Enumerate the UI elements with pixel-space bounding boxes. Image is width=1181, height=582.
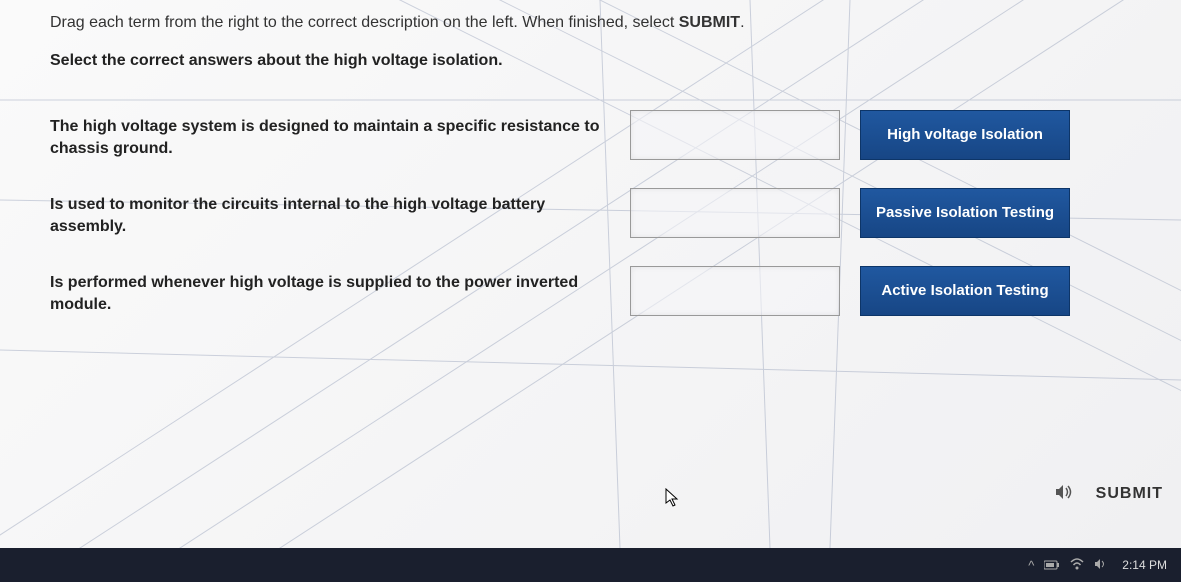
instructions-text: Drag each term from the right to the cor… <box>0 0 1181 38</box>
match-row: The high voltage system is designed to m… <box>50 110 1161 160</box>
instructions-before: Drag each term from the right to the cor… <box>50 14 679 31</box>
windows-taskbar[interactable]: ^ 2:14 PM <box>0 548 1181 582</box>
submit-button[interactable]: SUBMIT <box>1096 485 1163 503</box>
match-row: Is performed whenever high voltage is su… <box>50 266 1161 316</box>
description-text: The high voltage system is designed to m… <box>50 110 610 159</box>
sound-icon[interactable] <box>1054 484 1074 505</box>
description-text: Is used to monitor the circuits internal… <box>50 188 610 237</box>
quiz-content-area: Drag each term from the right to the cor… <box>0 0 1181 548</box>
tray-sound-icon[interactable] <box>1094 558 1108 573</box>
instructions-submit-word: SUBMIT <box>679 14 740 31</box>
matching-area: The high voltage system is designed to m… <box>0 90 1181 316</box>
term-tile-high-voltage-isolation[interactable]: High voltage Isolation <box>860 110 1070 160</box>
description-text: Is performed whenever high voltage is su… <box>50 266 610 315</box>
term-tile-passive-isolation-testing[interactable]: Passive Isolation Testing <box>860 188 1070 238</box>
system-tray[interactable]: ^ <box>1028 558 1108 573</box>
taskbar-clock[interactable]: 2:14 PM <box>1122 558 1167 572</box>
question-title: Select the correct answers about the hig… <box>0 38 1181 90</box>
tray-wifi-icon[interactable] <box>1070 558 1084 573</box>
term-tile-active-isolation-testing[interactable]: Active Isolation Testing <box>860 266 1070 316</box>
instructions-after: . <box>740 14 744 31</box>
match-row: Is used to monitor the circuits internal… <box>50 188 1161 238</box>
footer-bar: SUBMIT <box>0 474 1181 514</box>
drop-zone-2[interactable] <box>630 188 840 238</box>
tray-battery-icon[interactable] <box>1044 558 1060 573</box>
drop-zone-3[interactable] <box>630 266 840 316</box>
tray-chevron-up-icon[interactable]: ^ <box>1028 558 1034 573</box>
drop-zone-1[interactable] <box>630 110 840 160</box>
